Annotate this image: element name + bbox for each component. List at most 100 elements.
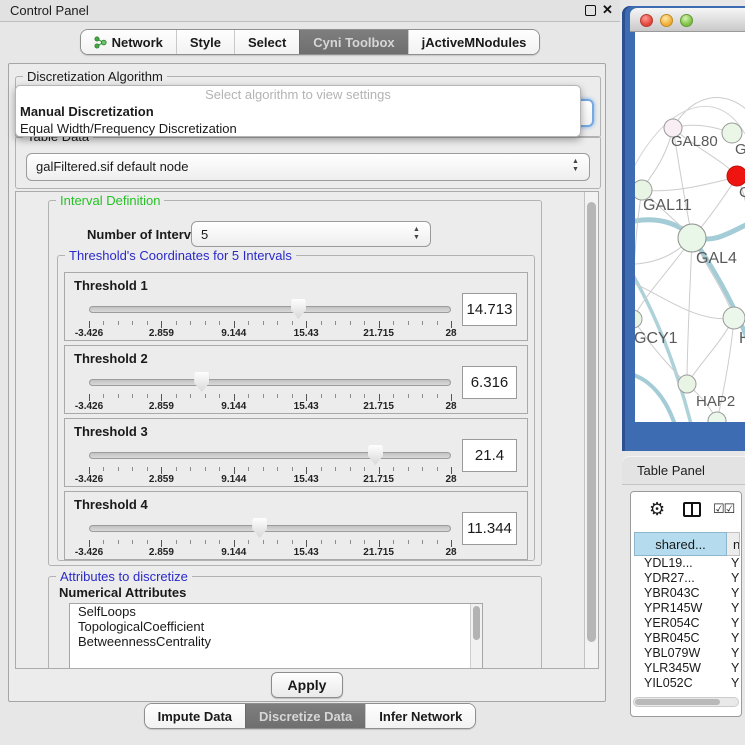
threshold-3-slider[interactable]: -3.4262.8599.14415.4321.71528 xyxy=(89,445,451,485)
column-header-shared-name[interactable]: shared... xyxy=(634,532,727,556)
tab-infer-network[interactable]: Infer Network xyxy=(365,704,475,728)
apply-button[interactable]: Apply xyxy=(271,672,344,698)
table-row[interactable]: YBR045CYBR0 xyxy=(634,631,740,646)
table-row[interactable]: YER054CYER0 xyxy=(634,616,740,631)
zoom-window-icon[interactable] xyxy=(680,14,693,27)
table-row[interactable]: YBL079WYBL0 xyxy=(634,646,740,661)
close-window-icon[interactable] xyxy=(640,14,653,27)
interval-definition-group: Interval Definition Number of Intervals … xyxy=(48,200,542,566)
list-item[interactable]: SelfLoops xyxy=(70,604,482,619)
combo-arrows-icon: ▲▼ xyxy=(412,226,421,242)
table-panel-title: Table Panel xyxy=(637,463,705,478)
tab-network-label: Network xyxy=(112,35,163,50)
threshold-3-panel: Threshold 3 -3.4262.8599.14415.4321.7152… xyxy=(64,418,528,487)
node-label: GAL11 xyxy=(643,197,692,214)
control-panel-titlebar: Control Panel ✕ xyxy=(0,0,620,22)
threshold-4-value[interactable]: 11.344 xyxy=(462,512,517,545)
table-panel-body: ⚙ ☑☑ shared... na YDL19...YDL1 YDR27...Y… xyxy=(630,491,742,717)
network-node[interactable] xyxy=(678,224,706,252)
control-panel-title: Control Panel xyxy=(10,3,89,18)
table-data-select[interactable]: galFiltered.sif default node ▲▼ xyxy=(26,153,590,181)
slider-thumb[interactable] xyxy=(368,445,383,465)
network-node[interactable] xyxy=(635,310,642,328)
network-node[interactable] xyxy=(678,375,696,393)
tab-select[interactable]: Select xyxy=(234,30,299,54)
discretization-algorithm-legend: Discretization Algorithm xyxy=(23,69,167,84)
threshold-2-label: Threshold 2 xyxy=(74,351,148,366)
tab-discretize-data[interactable]: Discretize Data xyxy=(245,704,365,728)
tab-jactivemnodules[interactable]: jActiveMNodules xyxy=(408,30,540,54)
minimize-window-icon[interactable] xyxy=(660,14,673,27)
threshold-1-panel: Threshold 1 -3.4262.8599.14415.4321.7152… xyxy=(64,272,528,341)
cyni-toolbox-panel: Discretization Algorithm ▲▼ Select algor… xyxy=(8,63,606,702)
cyni-bottom-tabs: Impute Data Discretize Data Infer Networ… xyxy=(0,703,620,729)
threshold-4-slider[interactable]: -3.4262.8599.14415.4321.71528 xyxy=(89,518,451,558)
tab-network[interactable]: Network xyxy=(81,30,176,54)
node-label: GAL4 xyxy=(696,250,737,267)
list-item[interactable]: TopologicalCoefficient xyxy=(70,619,482,634)
threshold-2-panel: Threshold 2 -3.4262.8599.14415.4321.7152… xyxy=(64,345,528,414)
threshold-3-label: Threshold 3 xyxy=(74,424,148,439)
gear-icon[interactable]: ⚙ xyxy=(649,499,665,519)
network-canvas[interactable]: GAL80GACGAL11GAL4GCY1HHAP2 xyxy=(635,32,745,422)
table-row[interactable]: YDR27...YDR2 xyxy=(634,571,740,586)
tab-cyni-toolbox[interactable]: Cyni Toolbox xyxy=(299,30,407,54)
thresholds-group: Threshold's Coordinates for 5 Intervals … xyxy=(57,255,535,561)
combo-arrows-icon: ▲▼ xyxy=(571,158,580,174)
table-row[interactable]: YPR145WYPR1 xyxy=(634,601,740,616)
node-label: GAL80 xyxy=(671,133,718,150)
threshold-1-value[interactable]: 14.713 xyxy=(462,293,517,326)
network-canvas-svg: GAL80GACGAL11GAL4GCY1HHAP2 xyxy=(635,32,745,422)
control-panel-tabs: Network Style Select Cyni Toolbox jActiv… xyxy=(0,29,620,56)
list-item[interactable]: BetweennessCentrality xyxy=(70,634,482,649)
table-data-group: Table Data galFiltered.sif default node … xyxy=(15,136,601,189)
node-label: GCY1 xyxy=(635,330,678,347)
node-label: HAP2 xyxy=(696,393,735,410)
columns-icon[interactable] xyxy=(683,502,701,517)
slider-scale: -3.4262.8599.14415.4321.71528 xyxy=(89,474,451,485)
select-columns-icon[interactable]: ☑☑ xyxy=(713,501,734,517)
table-h-scrollbar[interactable] xyxy=(633,697,739,707)
tab-style[interactable]: Style xyxy=(176,30,234,54)
network-node[interactable] xyxy=(727,166,745,186)
slider-scale: -3.4262.8599.14415.4321.71528 xyxy=(89,547,451,558)
threshold-3-value[interactable]: 21.4 xyxy=(462,439,517,472)
dropdown-item-manual-discretization[interactable]: Manual Discretization xyxy=(16,103,580,120)
table-row[interactable]: YBR043CYBR0 xyxy=(634,586,740,601)
node-table: shared... na YDL19...YDL1 YDR27...YDR2 Y… xyxy=(634,532,740,691)
node-label: H xyxy=(739,330,745,347)
dropdown-item-placeholder[interactable]: Select algorithm to view settings xyxy=(16,86,580,103)
threshold-1-slider[interactable]: -3.4262.8599.14415.4321.71528 xyxy=(89,299,451,339)
numerical-attributes-list[interactable]: SelfLoops TopologicalCoefficient Between… xyxy=(69,603,483,669)
settings-scrollpane: Interval Definition Number of Intervals … xyxy=(15,191,599,669)
table-panel-titlebar: Table Panel xyxy=(622,456,745,485)
threshold-2-value[interactable]: 6.316 xyxy=(462,366,517,399)
algorithm-dropdown-popup: Select algorithm to view settings Manual… xyxy=(15,85,581,137)
thresholds-legend: Threshold's Coordinates for 5 Intervals xyxy=(65,248,296,263)
threshold-1-label: Threshold 1 xyxy=(74,278,148,293)
node-label: C xyxy=(739,184,745,201)
dropdown-item-equal-width[interactable]: Equal Width/Frequency Discretization xyxy=(16,120,580,137)
table-row[interactable]: YIL052CYIL0 xyxy=(634,676,740,691)
threshold-2-slider[interactable]: -3.4262.8599.14415.4321.71528 xyxy=(89,372,451,412)
slider-scale: -3.4262.8599.14415.4321.71528 xyxy=(89,401,451,412)
slider-thumb[interactable] xyxy=(194,372,209,392)
pane-scrollbar[interactable] xyxy=(584,192,598,668)
slider-thumb[interactable] xyxy=(291,299,306,319)
network-node[interactable] xyxy=(708,412,726,422)
network-node[interactable] xyxy=(722,123,742,143)
slider-thumb[interactable] xyxy=(252,518,267,538)
numerical-attributes-label: Numerical Attributes xyxy=(59,585,186,600)
network-node[interactable] xyxy=(723,307,745,329)
threshold-4-panel: Threshold 4 -3.4262.8599.14415.4321.7152… xyxy=(64,491,528,560)
table-row[interactable]: YDL19...YDL1 xyxy=(634,556,740,571)
network-window-titlebar[interactable] xyxy=(630,8,745,32)
column-header-name[interactable]: na xyxy=(727,532,740,556)
attributes-legend: Attributes to discretize xyxy=(56,569,192,584)
list-scrollbar[interactable] xyxy=(470,604,482,669)
close-icon[interactable]: ✕ xyxy=(602,2,613,18)
number-of-intervals-select[interactable]: 5 ▲▼ xyxy=(191,221,431,247)
float-panel-icon[interactable] xyxy=(585,5,596,16)
tab-impute-data[interactable]: Impute Data xyxy=(145,704,245,728)
table-row[interactable]: YLR345WYLR3 xyxy=(634,661,740,676)
